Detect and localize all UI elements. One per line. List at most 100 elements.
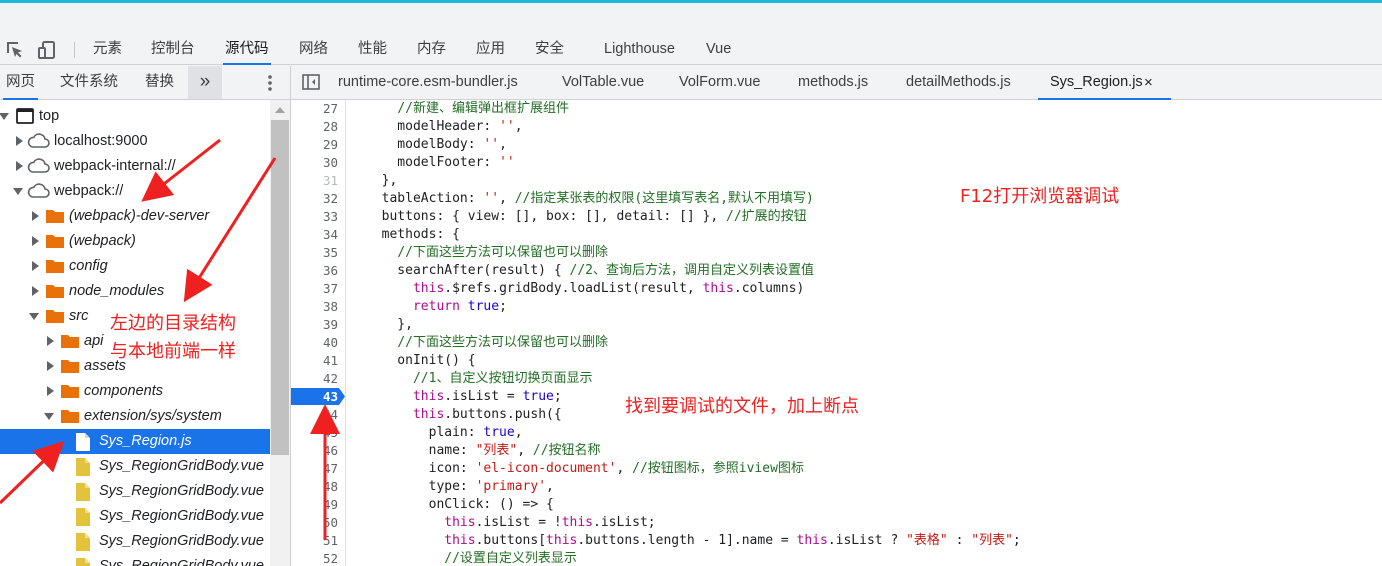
code-text[interactable]: }, [366,316,413,334]
code-text[interactable]: modelBody: '', [366,136,507,154]
line-number[interactable]: 50 [291,514,338,532]
collapsed-triangle-icon[interactable] [45,361,55,371]
code-text[interactable]: onClick: () => { [366,496,554,514]
code-text[interactable]: onInit() { [366,352,475,370]
line-number[interactable]: 51 [291,532,338,550]
code-text[interactable]: this.buttons.push({ [366,406,562,424]
tree-item-webpack[interactable]: webpack:// [0,179,270,204]
line-number[interactable]: 46 [291,442,338,460]
tree-item-top[interactable]: top [0,104,270,129]
editor-tab-methods[interactable]: methods.js [798,66,868,99]
line-number[interactable]: 32 [291,190,338,208]
code-text[interactable]: this.$refs.gridBody.loadList(result, thi… [366,280,804,298]
code-line[interactable]: 50 this.isList = !this.isList; [291,514,1382,532]
tab-elements[interactable]: 元素 [93,35,122,64]
tab-sources[interactable]: 源代码 [223,35,270,65]
tab-network[interactable]: 网络 [299,35,328,64]
code-line[interactable]: 40 //下面这些方法可以保留也可以删除 [291,334,1382,352]
line-number[interactable]: 28 [291,118,338,136]
code-text[interactable]: modelHeader: '', [366,118,522,136]
file-tree-scrollbar-thumb[interactable] [271,120,289,455]
code-text[interactable]: //设置自定义列表显示 [366,550,577,566]
code-text[interactable]: type: 'primary', [366,478,554,496]
code-line[interactable]: 39 }, [291,316,1382,334]
nav-tab-page[interactable]: 网页 [3,66,38,100]
tree-item-sys-regiongridbody-vue[interactable]: Sys_RegionGridBody.vue [0,454,270,479]
code-line[interactable]: 51 this.buttons[this.buttons.length - 1]… [291,532,1382,550]
code-line[interactable]: 28 modelHeader: '', [291,118,1382,136]
nav-tab-filesystem[interactable]: 文件系统 [60,66,118,99]
editor-tab-sys-region[interactable]: Sys_Region.js [1038,66,1171,100]
expanded-triangle-icon[interactable] [44,411,54,421]
expanded-triangle-icon[interactable] [13,186,23,196]
expanded-triangle-icon[interactable] [0,111,9,121]
expanded-triangle-icon[interactable] [29,311,39,321]
line-number[interactable]: 40 [291,334,338,352]
code-line[interactable]: 33 buttons: { view: [], box: [], detail:… [291,208,1382,226]
collapsed-triangle-icon[interactable] [14,136,24,146]
scroll-up-icon[interactable] [275,106,285,114]
tree-item-sys-regiongridbody-vue[interactable]: Sys_RegionGridBody.vue [0,554,270,566]
code-text[interactable]: buttons: { view: [], box: [], detail: []… [366,208,807,226]
code-line[interactable]: 49 onClick: () => { [291,496,1382,514]
tab-vue[interactable]: Vue [706,35,731,64]
tree-item-sys-region-js[interactable]: Sys_Region.js [0,429,270,454]
code-line[interactable]: 41 onInit() { [291,352,1382,370]
line-number[interactable]: 30 [291,154,338,172]
code-text[interactable]: return true; [366,298,507,316]
line-number[interactable]: 31 [291,172,338,190]
code-line[interactable]: 52 //设置自定义列表显示 [291,550,1382,566]
code-line[interactable]: 47 icon: 'el-icon-document', //按钮图标，参照iv… [291,460,1382,478]
tree-item-webpack-folder[interactable]: (webpack) [0,229,270,254]
tree-item-webpack-internal[interactable]: webpack-internal:// [0,154,270,179]
editor-tab-voltable[interactable]: VolTable.vue [562,66,644,99]
tab-performance[interactable]: 性能 [358,35,387,64]
line-number[interactable]: 48 [291,478,338,496]
editor-tab-volform[interactable]: VolForm.vue [679,66,760,99]
code-text[interactable]: this.isList = true; [366,388,562,406]
tab-memory[interactable]: 内存 [417,35,446,64]
code-text[interactable]: name: "列表", //按钮名称 [366,442,601,460]
tab-application[interactable]: 应用 [476,35,505,64]
code-line[interactable]: 42 //1、自定义按钮切换页面显示 [291,370,1382,388]
line-number[interactable]: 47 [291,460,338,478]
line-number[interactable]: 35 [291,244,338,262]
line-number[interactable]: 39 [291,316,338,334]
line-number[interactable]: 37 [291,280,338,298]
line-number[interactable]: 34 [291,226,338,244]
code-text[interactable]: this.isList = !this.isList; [366,514,655,532]
tree-item-sys-regiongridbody-vue[interactable]: Sys_RegionGridBody.vue [0,504,270,529]
tab-lighthouse[interactable]: Lighthouse [604,35,675,64]
tree-item-sys-regiongridbody-vue[interactable]: Sys_RegionGridBody.vue [0,479,270,504]
toggle-navigator-icon[interactable] [302,74,320,90]
more-options-icon[interactable] [262,74,278,92]
collapsed-triangle-icon[interactable] [14,161,24,171]
code-text[interactable]: //下面这些方法可以保留也可以删除 [366,244,608,262]
code-text[interactable]: //下面这些方法可以保留也可以删除 [366,334,608,352]
collapsed-triangle-icon[interactable] [30,261,40,271]
code-editor[interactable]: 27 //新建、编辑弹出框扩展组件 28 modelHeader: '', 29 m… [291,100,1382,566]
code-text[interactable]: this.buttons[this.buttons.length - 1].na… [366,532,1020,550]
line-number[interactable]: 52 [291,550,338,566]
code-line[interactable]: 30 modelFooter: '' [291,154,1382,172]
tree-item-localhost[interactable]: localhost:9000 [0,129,270,154]
tree-item-sys-regiongridbody-vue[interactable]: Sys_RegionGridBody.vue [0,529,270,554]
collapsed-triangle-icon[interactable] [30,236,40,246]
code-text[interactable]: modelFooter: '' [366,154,514,172]
line-number[interactable]: 38 [291,298,338,316]
tree-item-node-modules[interactable]: node_modules [0,279,270,304]
collapsed-triangle-icon[interactable] [45,386,55,396]
code-text[interactable]: methods: { [366,226,460,244]
line-number[interactable]: 44 [291,406,338,424]
line-number[interactable]: 45 [291,424,338,442]
collapsed-triangle-icon[interactable] [30,286,40,296]
code-text[interactable]: tableAction: '', //指定某张表的权限(这里填写表名,默认不用填… [366,190,814,208]
close-tab-icon[interactable]: × [1144,66,1153,99]
editor-tab-runtime-core[interactable]: runtime-core.esm-bundler.js [338,66,518,99]
line-number[interactable]: 27 [291,100,338,118]
code-text[interactable]: //新建、编辑弹出框扩展组件 [366,100,569,118]
tree-item-webpack-dev-server[interactable]: (webpack)-dev-server [0,204,270,229]
code-line[interactable]: 46 name: "列表", //按钮名称 [291,442,1382,460]
code-line[interactable]: 36 searchAfter(result) { //2、查询后方法，调用自定义… [291,262,1382,280]
code-line[interactable]: 45 plain: true, [291,424,1382,442]
